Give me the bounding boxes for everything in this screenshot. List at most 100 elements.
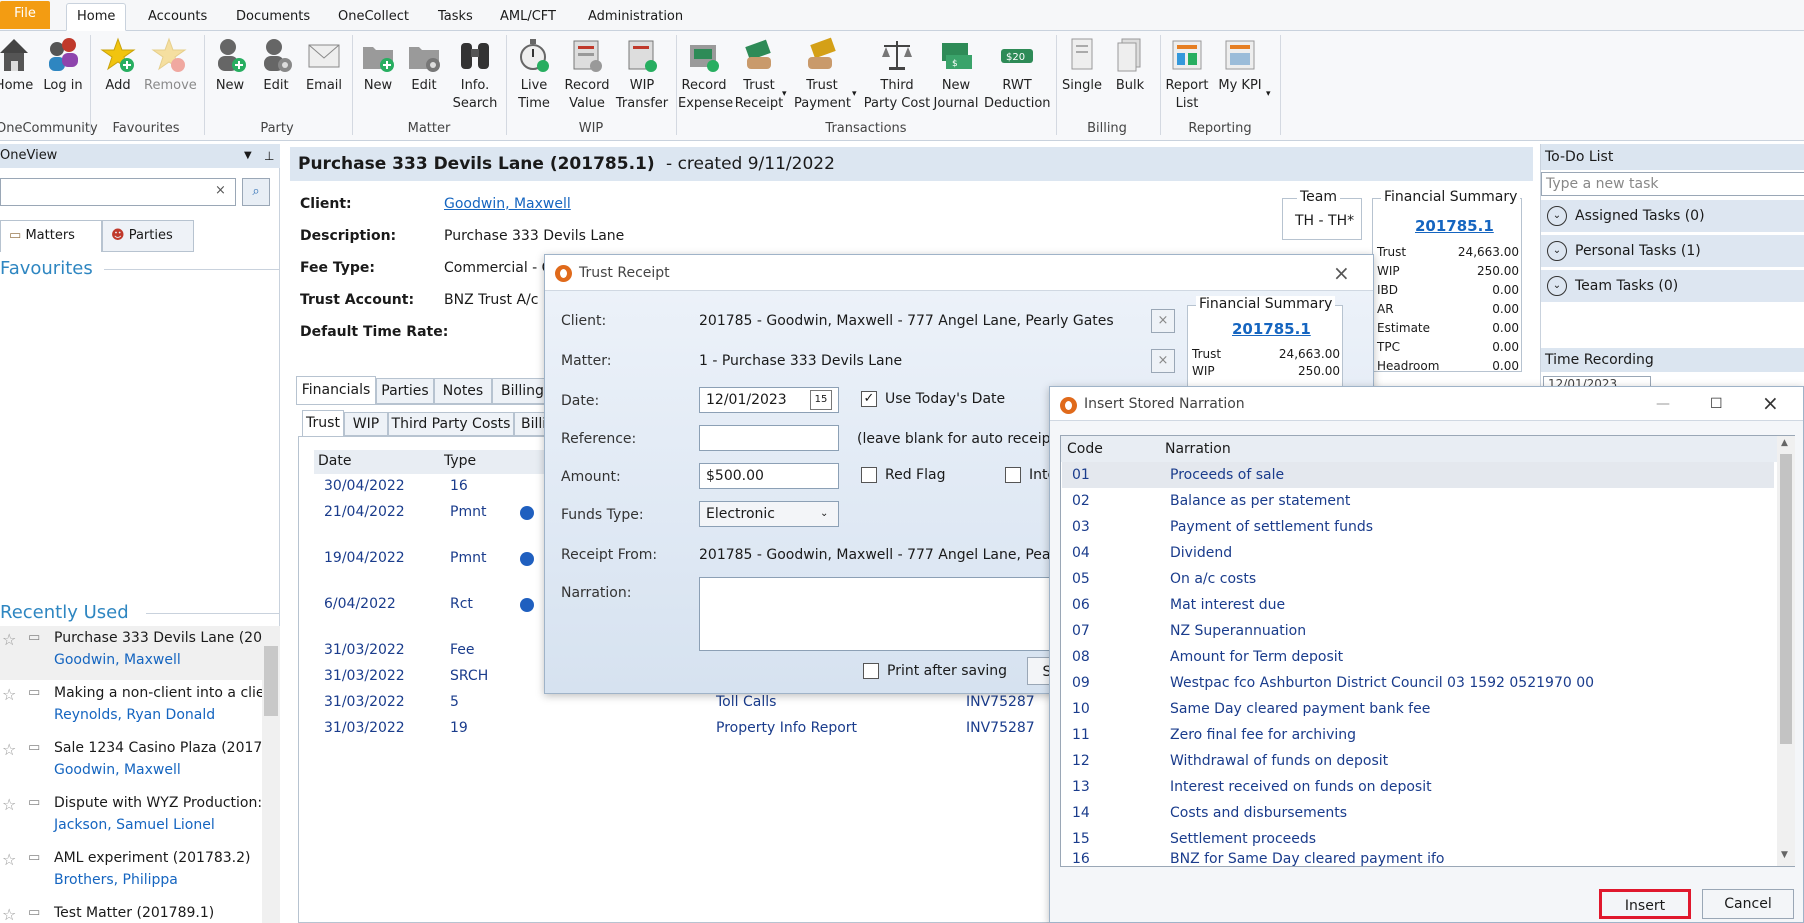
table-row[interactable]: 04 Dividend xyxy=(1062,540,1774,566)
list-item[interactable]: ☆ ▭ AML experiment (201783.2) Brothers, … xyxy=(0,846,262,900)
list-item[interactable]: ☆ ▭ Dispute with WYZ Production: Jackson… xyxy=(0,791,262,845)
table-row[interactable]: 10 Same Day cleared payment bank fee xyxy=(1062,696,1774,722)
trust-payment-dropdown-icon[interactable]: ▾ xyxy=(852,89,857,99)
narration-column-header[interactable]: Narration xyxy=(1165,436,1231,462)
close-icon[interactable]: × xyxy=(1333,255,1350,291)
client-link[interactable]: Goodwin, Maxwell xyxy=(444,196,571,212)
tab-tasks[interactable]: Tasks xyxy=(428,4,483,31)
scroll-down-icon[interactable]: ▼ xyxy=(1781,850,1788,860)
new-task-input[interactable]: Type a new task xyxy=(1541,172,1804,196)
tab-documents[interactable]: Documents xyxy=(226,4,320,31)
list-item[interactable]: ☆ ▭ Purchase 333 Devils Lane (201 Goodwi… xyxy=(0,626,262,680)
tab-matters[interactable]: ▭ Matters xyxy=(0,220,102,252)
record-expense-button[interactable]: Record Expense xyxy=(678,35,733,113)
recent-scrollbar[interactable] xyxy=(262,626,280,923)
matter-new-button[interactable]: New xyxy=(360,35,396,95)
table-row[interactable]: 02 Balance as per statement xyxy=(1062,488,1774,514)
pane-dropdown-icon[interactable]: ▼ xyxy=(244,144,252,168)
clear-search-icon[interactable]: × xyxy=(215,183,226,198)
insert-button[interactable]: Insert xyxy=(1599,889,1691,919)
party-email-button[interactable]: Email xyxy=(304,35,344,95)
tab-accounts[interactable]: Accounts xyxy=(138,4,217,31)
star-icon[interactable]: ☆ xyxy=(2,850,16,869)
personal-tasks[interactable]: ⌄ Personal Tasks (1) xyxy=(1541,235,1804,267)
tab-billing[interactable]: Billing xyxy=(492,378,548,404)
search-icon[interactable]: ⌕ xyxy=(242,178,270,206)
file-menu[interactable]: File xyxy=(0,1,50,29)
kpi-dropdown-icon[interactable]: ▾ xyxy=(1266,89,1271,99)
party-edit-button[interactable]: Edit xyxy=(258,35,294,95)
tab-financials[interactable]: Financials xyxy=(296,376,376,404)
pin-icon[interactable]: ⊥ xyxy=(264,144,274,168)
table-row[interactable]: 06 Mat interest due xyxy=(1062,592,1774,618)
list-item[interactable]: ☆ ▭ Sale 1234 Casino Plaza (20178 Goodwi… xyxy=(0,736,262,790)
narration-scrollbar[interactable]: ▲ ▼ xyxy=(1777,436,1795,866)
subtab-trust[interactable]: Trust xyxy=(302,410,344,436)
tr-date-input[interactable]: 12/01/2023 15 xyxy=(699,387,839,413)
table-row[interactable]: 01 Proceeds of sale xyxy=(1062,462,1774,488)
subtab-wip[interactable]: WIP xyxy=(344,412,388,436)
rwt-deduction-button[interactable]: $20 RWT Deduction xyxy=(984,35,1051,113)
minimize-icon[interactable]: — xyxy=(1656,387,1670,421)
trust-payment-button[interactable]: Trust Payment xyxy=(794,35,851,113)
tr-amount-input[interactable]: $500.00 xyxy=(699,463,839,489)
clear-matter-icon[interactable]: × xyxy=(1151,349,1175,373)
tab-notes[interactable]: Notes xyxy=(434,378,492,404)
table-row[interactable]: 12 Withdrawal of funds on deposit xyxy=(1062,748,1774,774)
tab-onecollect[interactable]: OneCollect xyxy=(328,4,419,31)
fin-matter-link[interactable]: 201785.1 xyxy=(1415,217,1494,235)
party-new-button[interactable]: New xyxy=(212,35,248,95)
live-time-button[interactable]: Live Time xyxy=(514,35,554,113)
maximize-icon[interactable]: ☐ xyxy=(1710,387,1723,421)
info-search-button[interactable]: Info. Search xyxy=(452,35,498,113)
star-icon[interactable]: ☆ xyxy=(2,740,16,759)
team-tasks[interactable]: ⌄ Team Tasks (0) xyxy=(1541,270,1804,302)
cancel-button[interactable]: Cancel xyxy=(1702,889,1794,919)
tr-reference-input[interactable] xyxy=(699,425,839,451)
table-row[interactable]: 09 Westpac fco Ashburton District Council… xyxy=(1062,670,1774,696)
tab-home[interactable]: Home xyxy=(66,3,127,31)
narration-textarea[interactable] xyxy=(699,577,1069,651)
home-button[interactable]: Home xyxy=(0,35,34,95)
tab-parties[interactable]: ☻ Parties xyxy=(102,220,194,252)
use-today-checkbox[interactable]: ✓ xyxy=(861,391,877,407)
third-party-cost-button[interactable]: Third Party Cost xyxy=(862,35,932,113)
report-list-button[interactable]: Report List xyxy=(1164,35,1210,113)
login-button[interactable]: Log in xyxy=(40,35,86,95)
clear-client-icon[interactable]: × xyxy=(1151,309,1175,333)
bill-bulk-button[interactable]: Bulk xyxy=(1110,35,1150,95)
trust-receipt-button[interactable]: Trust Receipt xyxy=(734,35,784,113)
record-value-button[interactable]: Record Value xyxy=(564,35,610,113)
tr-fin-link[interactable]: 201785.1 xyxy=(1232,320,1311,338)
star-icon[interactable]: ☆ xyxy=(2,685,16,704)
interest-checkbox[interactable] xyxy=(1005,467,1021,483)
scroll-up-icon[interactable]: ▲ xyxy=(1781,438,1788,448)
wip-transfer-button[interactable]: WIP Transfer xyxy=(614,35,670,113)
list-item[interactable]: ☆ ▭ Test Matter (201789.1) xyxy=(0,901,262,923)
table-row[interactable]: 14 Costs and disbursements xyxy=(1062,800,1774,826)
table-row[interactable]: 03 Payment of settlement funds xyxy=(1062,514,1774,540)
red-flag-checkbox[interactable] xyxy=(861,467,877,483)
oneview-search-input[interactable]: × xyxy=(0,178,236,206)
matter-edit-button[interactable]: Edit xyxy=(406,35,442,95)
table-row[interactable]: 11 Zero final fee for archiving xyxy=(1062,722,1774,748)
remove-favourite-button[interactable]: Remove xyxy=(144,35,197,95)
star-icon[interactable]: ☆ xyxy=(2,630,16,649)
list-item[interactable]: ☆ ▭ Making a non-client into a clie Reyn… xyxy=(0,681,262,735)
tab-aml-cft[interactable]: AML/CFT xyxy=(490,4,566,31)
tab-parties-matter[interactable]: Parties xyxy=(376,378,434,404)
add-favourite-button[interactable]: Add xyxy=(98,35,138,95)
funds-type-select[interactable]: Electronic ⌄ xyxy=(699,501,839,527)
my-kpi-button[interactable]: My KPI xyxy=(1214,35,1266,95)
star-icon[interactable]: ☆ xyxy=(2,905,16,923)
code-column-header[interactable]: Code xyxy=(1067,436,1103,462)
table-row[interactable]: 16 BNZ for Same Day cleared payment ifo xyxy=(1062,852,1774,866)
table-row[interactable]: 15 Settlement proceeds xyxy=(1062,826,1774,852)
table-row[interactable]: 08 Amount for Term deposit xyxy=(1062,644,1774,670)
table-row[interactable]: 13 Interest received on funds on deposit xyxy=(1062,774,1774,800)
table-row[interactable]: 07 NZ Superannuation xyxy=(1062,618,1774,644)
assigned-tasks[interactable]: ⌄ Assigned Tasks (0) xyxy=(1541,200,1804,232)
subtab-third-party-costs[interactable]: Third Party Costs xyxy=(388,412,514,436)
bill-single-button[interactable]: Single xyxy=(1060,35,1104,95)
star-icon[interactable]: ☆ xyxy=(2,795,16,814)
